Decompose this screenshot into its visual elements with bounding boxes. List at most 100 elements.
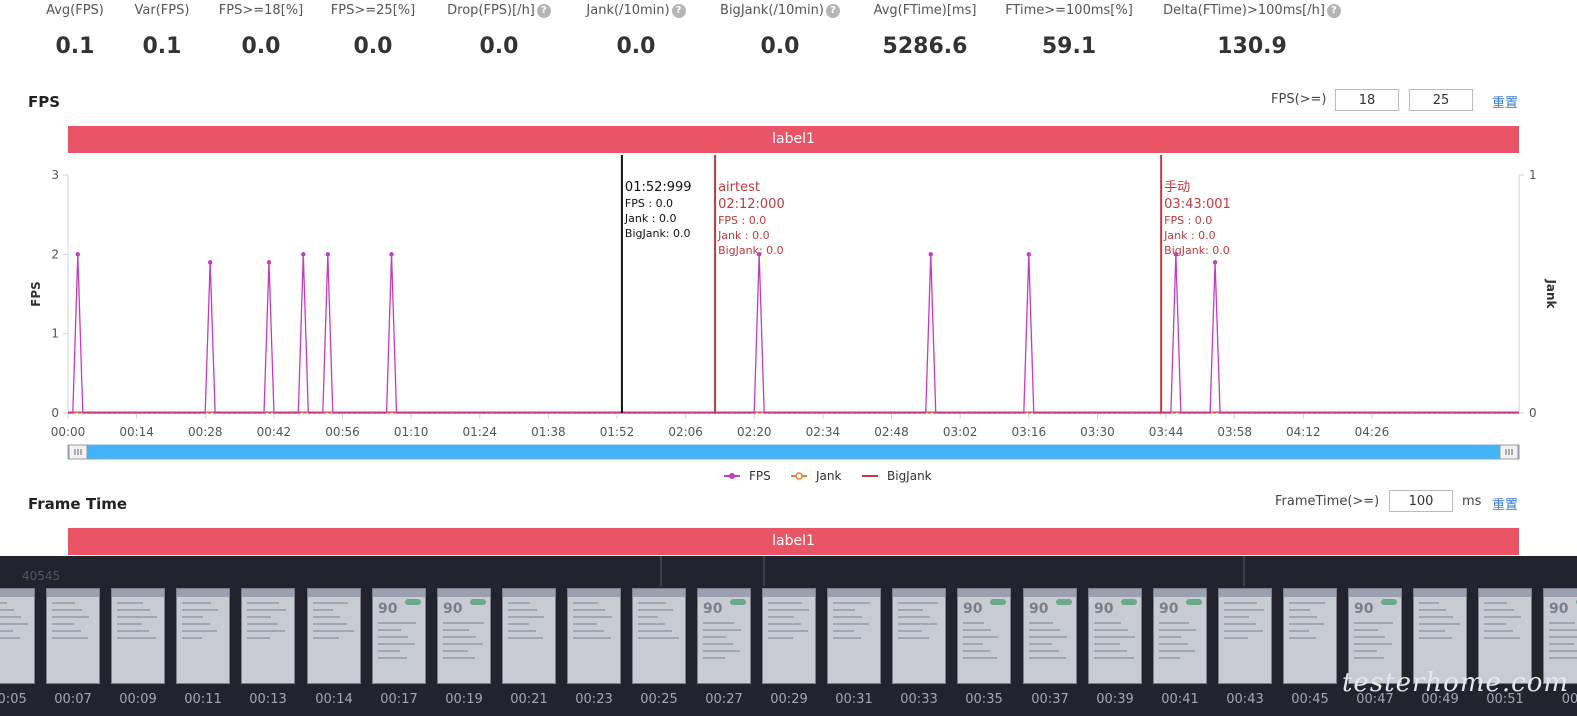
screenshot-thumbnail[interactable] <box>502 588 556 684</box>
screenshot-thumbnail[interactable] <box>1218 588 1272 684</box>
thumbnail-text-line <box>898 616 930 618</box>
frametime-reset-link[interactable]: 重置 <box>1492 494 1518 513</box>
stat-label: Avg(FPS) <box>46 3 104 18</box>
legend-item-bigjank[interactable]: BigJank <box>862 469 932 483</box>
thumbnail-text-line <box>247 630 285 632</box>
thumbnail-text-line <box>1354 650 1377 652</box>
thumbnail-text-line <box>573 616 612 618</box>
thumbnail-text-line <box>1419 630 1445 632</box>
screenshot-thumbnail[interactable] <box>567 588 621 684</box>
thumbnail-text-line <box>1549 629 1577 631</box>
screenshot-thumbnail[interactable] <box>241 588 295 684</box>
help-icon[interactable]: ? <box>825 4 840 18</box>
thumbnail-text-line <box>182 630 217 632</box>
chart-range-slider[interactable] <box>67 444 1520 460</box>
y2-tick-label: 1 <box>1529 168 1537 182</box>
thumbnail-text-line <box>0 623 28 625</box>
help-icon[interactable]: ? <box>536 4 551 18</box>
thumbnail-text-line <box>1484 630 1513 632</box>
thumbnail-text-line <box>833 616 862 618</box>
thumbnail-text-line <box>1159 650 1195 652</box>
thumbnail-text-line <box>703 643 733 645</box>
stat-label: Var(FPS) <box>134 3 190 18</box>
fps-label-band[interactable]: label1 <box>68 126 1519 153</box>
thumbnail-statusbar <box>308 589 360 597</box>
screenshot-thumbnail[interactable]: 90 <box>1023 588 1077 684</box>
frametime-label-band[interactable]: label1 <box>68 528 1519 555</box>
thumbnail-text-line <box>1029 629 1060 631</box>
screenshot-thumbnail[interactable] <box>111 588 165 684</box>
thumbnail-statusbar <box>1544 589 1577 597</box>
fps-point <box>1026 252 1031 257</box>
screenshot-thumbnail[interactable] <box>762 588 816 684</box>
thumbnail-text-line <box>313 616 340 618</box>
screenshot-filmstrip[interactable]: 40545 00:05 00:07 00:09 00:11 00:13 00:14 90 00… <box>0 556 1577 716</box>
y2-tick-label: 0 <box>1529 406 1537 420</box>
legend-item-fps[interactable]: FPS <box>724 469 771 483</box>
help-icon[interactable]: ? <box>1326 4 1341 18</box>
thumbnail-text-line <box>378 622 416 624</box>
screenshot-thumbnail[interactable] <box>176 588 230 684</box>
screenshot-thumbnail[interactable]: 90 <box>1088 588 1142 684</box>
thumbnail-time: 00:39 <box>1096 692 1134 707</box>
thumbnail-text-line <box>768 616 794 618</box>
thumbnail-statusbar <box>1284 589 1336 597</box>
fps-threshold-25-input[interactable]: 25 <box>1409 89 1473 111</box>
screenshot-thumbnail[interactable]: 90 <box>1153 588 1207 684</box>
thumbnail-text-line <box>182 609 218 611</box>
screenshot-thumbnail[interactable] <box>827 588 881 684</box>
x-tick-label: 01:52 <box>600 425 635 439</box>
screenshot-thumbnail[interactable] <box>632 588 686 684</box>
thumbnail-statusbar <box>47 589 99 597</box>
screenshot-thumbnail[interactable]: 90 <box>372 588 426 684</box>
stat-value: 0.0 <box>241 34 281 59</box>
thumbnail-text-line <box>1289 637 1316 639</box>
marker-stat: FPS : 0.0 <box>718 214 766 227</box>
screenshot-thumbnail[interactable] <box>307 588 361 684</box>
stat-label-wrap: Delta(FTime)>100ms[/h]? <box>1152 0 1352 22</box>
thumbnail-text-line <box>0 637 20 639</box>
x-tick-label: 00:28 <box>188 425 223 439</box>
screenshot-thumbnail[interactable]: 90 <box>437 588 491 684</box>
series-fps-line <box>68 254 1519 414</box>
legend-item-jank[interactable]: Jank <box>791 469 841 483</box>
stat-label: FPS>=25[%] <box>330 3 416 18</box>
thumbnail-text-line <box>508 609 537 611</box>
frametime-threshold-input[interactable]: 100 <box>1389 490 1453 512</box>
screenshot-thumbnail[interactable] <box>0 588 35 684</box>
fps-threshold-18-input[interactable]: 18 <box>1335 89 1399 111</box>
screenshot-thumbnail[interactable]: 90 <box>957 588 1011 684</box>
thumbnail-text-line <box>638 623 665 625</box>
ghost-marker-line <box>1243 556 1245 586</box>
thumbnail-text-line <box>1354 629 1378 631</box>
screenshot-thumbnail[interactable] <box>892 588 946 684</box>
help-icon[interactable]: ? <box>671 4 686 18</box>
thumbnail-text-line <box>117 616 157 618</box>
screenshot-thumbnail[interactable] <box>1283 588 1337 684</box>
frametime-threshold-label: FrameTime(>=) <box>1275 494 1380 509</box>
y-tick-label: 2 <box>51 247 59 261</box>
thumbnail-time: 00:23 <box>575 692 613 707</box>
thumbnail-text-line <box>768 609 809 611</box>
x-tick-label: 00:42 <box>257 425 292 439</box>
thumbnail-text-line <box>898 609 923 611</box>
fps-reset-link[interactable]: 重置 <box>1492 92 1518 111</box>
screenshot-thumbnail[interactable] <box>46 588 100 684</box>
stat-label: FTime>=100ms[%] <box>1005 3 1133 18</box>
thumbnail-text-line <box>833 630 854 632</box>
x-tick-label: 00:56 <box>325 425 360 439</box>
thumbnail-statusbar <box>698 589 750 597</box>
stat-value: 0.0 <box>353 34 393 59</box>
screenshot-thumbnail[interactable]: 90 <box>697 588 751 684</box>
x-tick-label: 02:06 <box>668 425 703 439</box>
thumbnail-text-line <box>1224 609 1264 611</box>
thumbnail-text-line <box>313 623 347 625</box>
x-tick-label: 03:30 <box>1080 425 1115 439</box>
thumbnail-text-line <box>1029 657 1066 659</box>
thumbnail-text-line <box>703 629 741 631</box>
thumbnail-text-line <box>0 602 7 604</box>
x-tick-label: 04:26 <box>1355 425 1390 439</box>
thumbnail-text-line <box>1094 643 1120 645</box>
thumbnail-text-line <box>1094 629 1128 631</box>
thumbnail-time: 00:37 <box>1031 692 1069 707</box>
